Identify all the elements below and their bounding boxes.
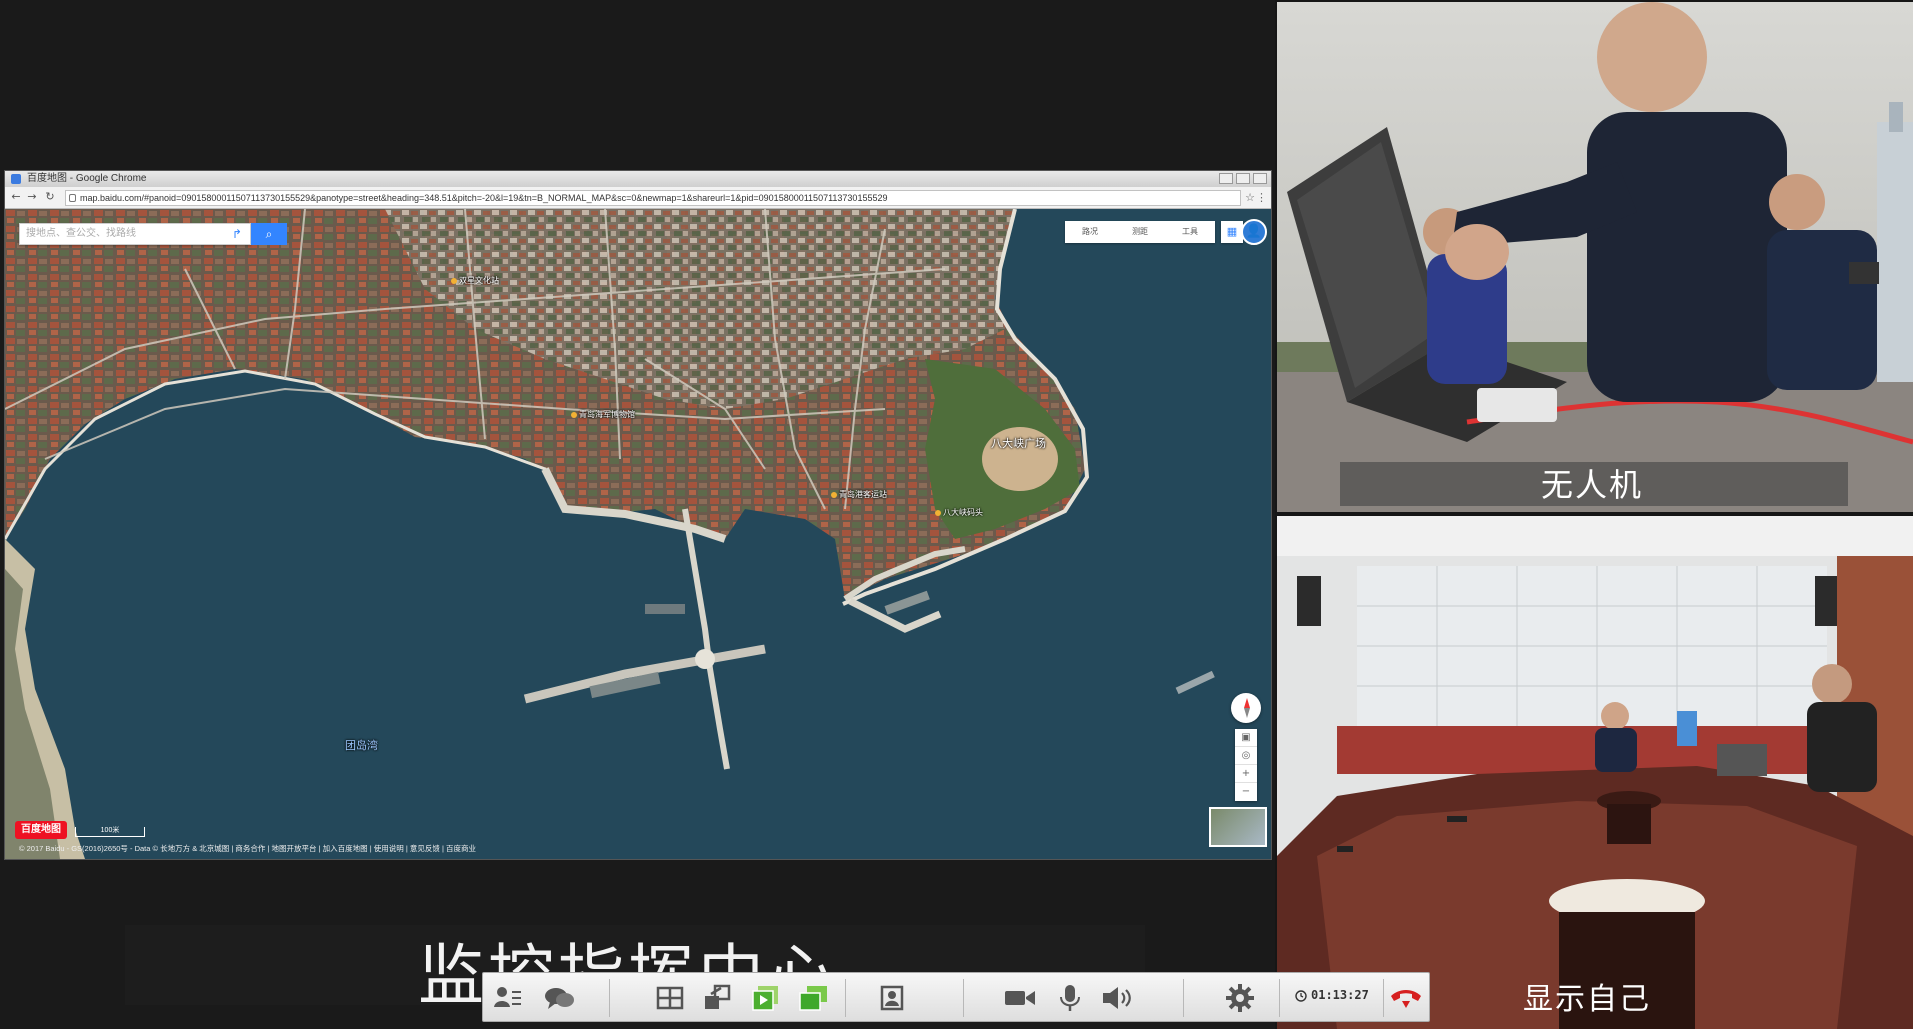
layout-button[interactable]	[653, 981, 687, 1015]
page-info-icon	[69, 194, 76, 202]
browser-window-title: 百度地图 - Google Chrome	[27, 173, 147, 184]
share-screen-icon	[705, 984, 731, 1009]
clock-icon	[1295, 990, 1307, 1002]
baidu-tab-icon	[11, 174, 21, 184]
chat-icon	[545, 988, 574, 1009]
map-toolbar[interactable]: 路况 测距 工具	[1065, 221, 1215, 243]
participants-icon	[494, 987, 521, 1007]
maximize-icon[interactable]	[1236, 173, 1250, 184]
participants-button[interactable]	[491, 981, 525, 1015]
settings-button[interactable]	[1223, 981, 1257, 1015]
map-tool-measure[interactable]: 测距	[1132, 221, 1148, 243]
map-label-museum: 青岛海军博物馆	[571, 409, 635, 420]
map-tool-traffic[interactable]: 路况	[1082, 221, 1098, 243]
video-caption-drone: 无人机	[1541, 466, 1644, 504]
zoom-out-icon[interactable]: −	[1235, 783, 1257, 801]
toolbar-separator	[1383, 979, 1384, 1017]
toolbar-separator	[1279, 979, 1280, 1017]
microphone-icon	[1060, 985, 1080, 1011]
map-label-square: 八大峡广场	[991, 437, 1046, 450]
map-label-culture: 双星文化站	[451, 275, 499, 286]
satellite-imagery	[5, 209, 1271, 859]
minimize-icon[interactable]	[1219, 173, 1233, 184]
map-search-placeholder: 搜地点、查公交、找路线	[26, 228, 136, 239]
back-arrow-icon[interactable]: ←	[9, 190, 23, 204]
close-icon[interactable]	[1253, 173, 1267, 184]
map-scale-bar: 100米	[75, 827, 145, 837]
browser-toolbar: ← → ↻ map.baidu.com/#panoid=090158000115…	[5, 187, 1271, 209]
magnifier-icon: ⌕	[265, 227, 273, 241]
toolbar-separator	[963, 979, 964, 1017]
video-caption-self: 显示自己	[1523, 982, 1651, 1017]
record-icon	[752, 986, 778, 1011]
layout-icon	[656, 986, 684, 1010]
meeting-control-bar: 01:13:27	[482, 972, 1430, 1022]
toolbar-separator	[845, 979, 846, 1017]
map-tool-tools[interactable]: 工具	[1182, 221, 1198, 243]
map-search-button[interactable]: ⌕	[251, 223, 287, 245]
microphone-button[interactable]	[1053, 981, 1087, 1015]
video-sync-icon	[799, 986, 827, 1011]
map-label-terminal: 青岛港客运站	[831, 489, 887, 500]
map-type-thumbnail[interactable]	[1209, 807, 1267, 847]
user-avatar-icon[interactable]: 👤	[1241, 219, 1267, 245]
forward-arrow-icon[interactable]: →	[25, 190, 39, 204]
speaker-icon	[1103, 987, 1131, 1009]
map-copyright: © 2017 Baidu - GS(2016)2650号 - Data © 长地…	[19, 844, 476, 853]
video-conference-window: 百度地图 - Google Chrome ← → ↻ map.baidu.com…	[0, 0, 1913, 1029]
fullscreen-icon[interactable]: ▣	[1235, 729, 1257, 747]
hangup-button[interactable]	[1389, 981, 1423, 1015]
speaker-button[interactable]	[1101, 981, 1135, 1015]
toolbar-separator	[1183, 979, 1184, 1017]
shared-browser-window: 百度地图 - Google Chrome ← → ↻ map.baidu.com…	[4, 170, 1272, 860]
map-label-pier: 八大峡码头	[935, 507, 983, 518]
browser-titlebar: 百度地图 - Google Chrome	[5, 171, 1271, 187]
url-text: map.baidu.com/#panoid=090158000115071137…	[80, 193, 888, 203]
call-timer: 01:13:27	[1311, 988, 1369, 1002]
address-bar[interactable]: map.baidu.com/#panoid=090158000115071137…	[65, 190, 1241, 206]
hangup-icon	[1391, 990, 1421, 1008]
map-search-input[interactable]: 搜地点、查公交、找路线 ↱	[19, 223, 251, 245]
map-zoom-control[interactable]: ▣ ◎ + −	[1235, 729, 1257, 801]
video-tile-self[interactable]: 显示自己	[1277, 516, 1913, 1029]
compass-icon[interactable]	[1231, 693, 1261, 723]
chat-button[interactable]	[543, 981, 577, 1015]
satellite-map[interactable]: 搜地点、查公交、找路线 ↱ ⌕ 路况 测距 工具 ▦ 👤 八大峡广场 团岛湾 双…	[5, 209, 1271, 859]
shared-screen-panel[interactable]: 百度地图 - Google Chrome ← → ↻ map.baidu.com…	[0, 0, 1275, 1029]
share-screen-button[interactable]	[701, 981, 735, 1015]
settings-icon	[1226, 984, 1254, 1012]
roster-button[interactable]	[875, 981, 909, 1015]
roster-icon	[880, 985, 904, 1011]
reload-icon[interactable]: ↻	[43, 190, 57, 204]
video-sync-button[interactable]	[797, 981, 831, 1015]
toolbar-separator	[609, 979, 610, 1017]
map-label-bay: 团岛湾	[345, 739, 378, 752]
bookmark-star-icon[interactable]: ☆	[1245, 191, 1255, 204]
browser-menu-icon[interactable]: ⋮	[1256, 191, 1267, 204]
camera-button[interactable]	[1003, 981, 1037, 1015]
drone-video-scene	[1277, 2, 1913, 512]
locate-icon[interactable]: ◎	[1235, 747, 1257, 765]
meeting-room-scene	[1277, 516, 1913, 1029]
camera-icon	[1005, 991, 1035, 1005]
map-layers-icon[interactable]: ▦	[1221, 221, 1243, 243]
baidu-map-logo: 百度地图	[15, 821, 67, 839]
window-controls	[1219, 173, 1267, 184]
video-tile-drone[interactable]: 无人机	[1277, 2, 1913, 512]
route-icon[interactable]: ↱	[232, 227, 246, 241]
record-button[interactable]	[749, 981, 783, 1015]
zoom-in-icon[interactable]: +	[1235, 765, 1257, 783]
